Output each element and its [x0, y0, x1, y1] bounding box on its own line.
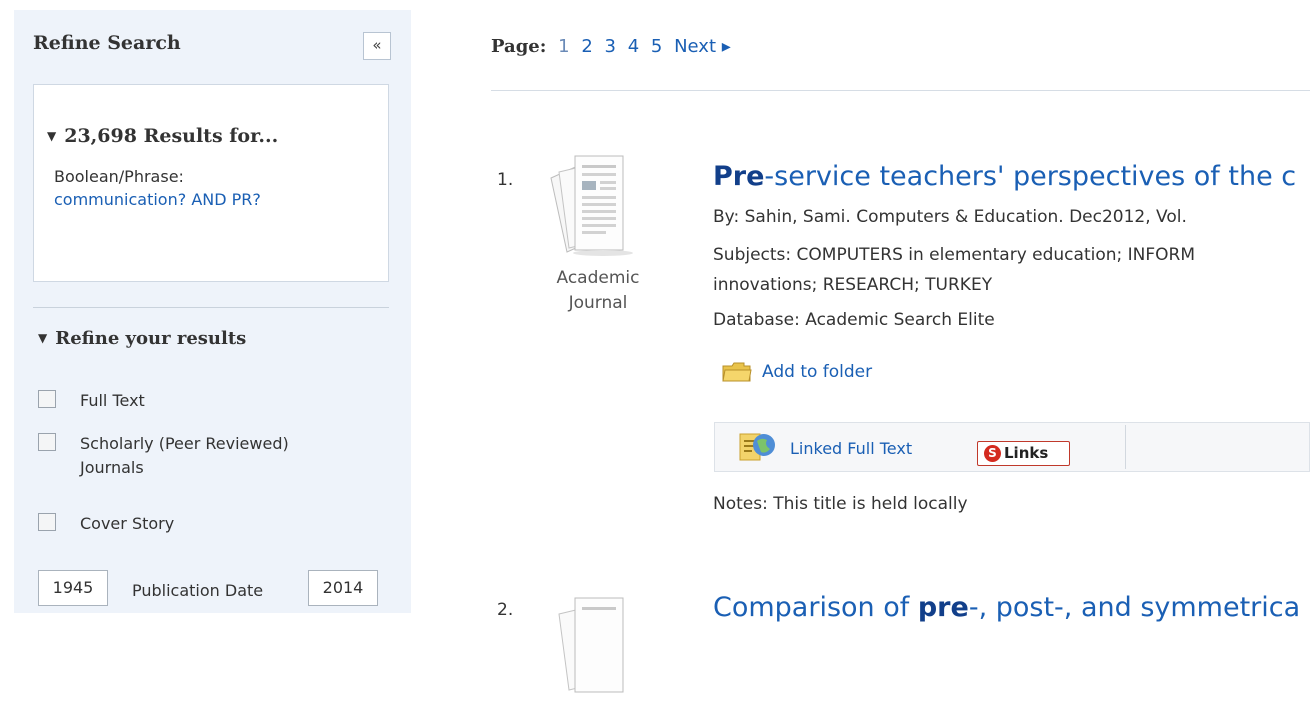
- academic-journal-icon[interactable]: [545, 150, 645, 260]
- results-count-text: 23,698 Results for...: [64, 125, 279, 147]
- date-from-input[interactable]: 1945: [38, 570, 108, 606]
- pagination-divider: [491, 90, 1310, 91]
- sfx-links-label: Links: [1004, 444, 1049, 462]
- next-page-link[interactable]: Next ▸: [674, 36, 731, 57]
- result-number: 1.: [497, 170, 514, 190]
- result-number: 2.: [497, 600, 514, 620]
- cover-story-checkbox[interactable]: [38, 513, 56, 531]
- page-link-3[interactable]: 3: [605, 36, 616, 57]
- publication-type-line: Journal: [568, 293, 628, 313]
- title-highlight: pre: [917, 592, 969, 623]
- result-database: Database: Academic Search Elite: [713, 310, 995, 330]
- publication-date-label: Publication Date: [132, 581, 264, 600]
- results-count-heading[interactable]: ▼ 23,698 Results for...: [47, 125, 278, 147]
- date-to-input[interactable]: 2014: [308, 570, 378, 606]
- page-link-1[interactable]: 1: [558, 36, 569, 57]
- title-highlight: Pre: [713, 161, 765, 192]
- filter-label: Cover Story: [80, 514, 175, 533]
- sfx-logo-icon: S: [984, 445, 1001, 462]
- page-link-2[interactable]: 2: [581, 36, 592, 57]
- title-text: Comparison of: [713, 592, 918, 623]
- full-text-links-bar: Linked Full Text S Links: [714, 422, 1310, 472]
- publication-type-line: Academic: [556, 268, 640, 288]
- collapse-sidebar-button[interactable]: «: [363, 32, 391, 60]
- sidebar-divider: [33, 307, 389, 308]
- full-text-checkbox[interactable]: [38, 390, 56, 408]
- filter-label: Full Text: [80, 391, 145, 410]
- sidebar-title: Refine Search: [33, 32, 181, 54]
- linked-full-text-link[interactable]: Linked Full Text: [790, 439, 912, 458]
- collapse-triangle-icon: ▼: [47, 129, 57, 143]
- result-title-link[interactable]: Comparison of pre-, post-, and symmetric…: [713, 592, 1300, 623]
- search-summary-box: ▼ 23,698 Results for... Boolean/Phrase: c…: [33, 84, 389, 282]
- refine-sidebar: Refine Search « ▼ 23,698 Results for... B…: [14, 10, 411, 613]
- refine-results-heading[interactable]: ▼ Refine your results: [38, 328, 246, 349]
- add-to-folder-text: Add to folder: [762, 362, 873, 382]
- sfx-links-button[interactable]: S Links: [977, 441, 1070, 466]
- result-subjects: Subjects: COMPUTERS in elementary educat…: [713, 245, 1196, 265]
- query-link[interactable]: communication? AND PR?: [54, 190, 261, 209]
- result-byline: By: Sahin, Sami. Computers & Education. …: [713, 207, 1187, 227]
- collapse-triangle-icon: ▼: [38, 331, 48, 345]
- query-mode-label: Boolean/Phrase:: [54, 167, 184, 186]
- scholarly-checkbox[interactable]: [38, 433, 56, 451]
- page-link-5[interactable]: 5: [651, 36, 662, 57]
- publication-type-label: Academic Journal: [548, 266, 648, 316]
- links-bar-divider: [1125, 425, 1126, 469]
- result-notes: Notes: This title is held locally: [713, 494, 968, 514]
- pagination: Page: 1 2 3 4 5 Next ▸: [491, 36, 731, 57]
- result-subjects-cont: innovations; RESEARCH; TURKEY: [713, 275, 993, 295]
- title-text: -service teachers' perspectives of the c: [764, 161, 1297, 192]
- page-link-4[interactable]: 4: [628, 36, 639, 57]
- result-title-link[interactable]: Pre-service teachers' perspectives of th…: [713, 161, 1296, 192]
- refine-results-text: Refine your results: [55, 328, 247, 349]
- filter-label: Scholarly (Peer Reviewed) Journals: [80, 434, 289, 477]
- add-to-folder-link[interactable]: Add to folder: [722, 362, 872, 382]
- academic-journal-icon[interactable]: [545, 592, 645, 702]
- linked-full-text-icon[interactable]: [737, 431, 777, 463]
- pagination-label: Page:: [491, 36, 547, 57]
- title-text: -, post-, and symmetrica: [968, 592, 1301, 623]
- folder-icon: [722, 362, 752, 382]
